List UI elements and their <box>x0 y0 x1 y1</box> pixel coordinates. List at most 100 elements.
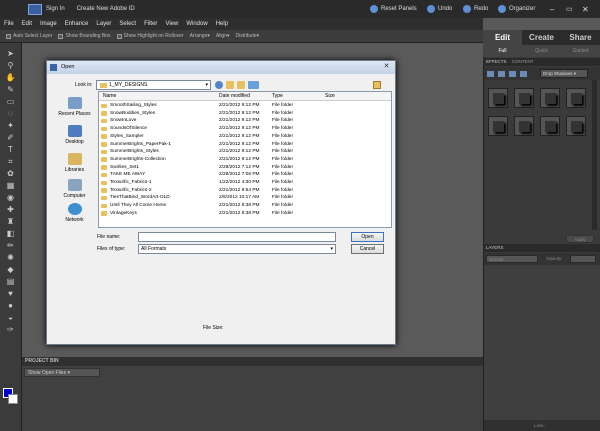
up-folder-icon[interactable] <box>226 81 234 89</box>
file-row[interactable]: SmoothSailing_Styles 2/21/2012 9:12 PM Fil… <box>99 102 391 110</box>
folder-refresh-icon[interactable] <box>373 81 381 89</box>
organizer-button[interactable]: Organizer <box>498 0 535 18</box>
effect-thumbnail[interactable] <box>566 116 586 136</box>
menu-file[interactable]: File <box>4 21 14 27</box>
menu-image[interactable]: Image <box>40 21 57 27</box>
effect-thumbnail[interactable] <box>488 116 508 136</box>
magic-wand-tool-icon[interactable]: ✦ <box>5 121 16 130</box>
paint-bucket-tool-icon[interactable]: ◆ <box>5 265 16 274</box>
file-type-dropdown[interactable]: All Formats ▾ <box>138 244 336 254</box>
file-row[interactable]: Texturific_Fabrics-1 1/22/2012 4:30 PM Fil… <box>99 179 391 187</box>
lasso-tool-icon[interactable]: ◌ <box>5 109 16 118</box>
tab-effects[interactable]: EFFECTS <box>486 59 507 64</box>
file-name-input[interactable] <box>138 232 336 242</box>
opacity-field[interactable] <box>570 255 596 263</box>
show-all-icon[interactable] <box>520 70 527 77</box>
effect-thumbnail[interactable] <box>488 88 508 108</box>
blend-mode-dropdown[interactable]: Normal <box>486 255 538 263</box>
effect-thumbnail[interactable] <box>566 88 586 108</box>
maximize-button[interactable]: ▭ <box>566 0 573 18</box>
column-name[interactable]: Name <box>103 92 116 101</box>
file-row[interactable]: SummerBrights_Styles 2/21/2012 9:12 PM Fil… <box>99 148 391 156</box>
place-computer[interactable]: Computer <box>52 179 97 199</box>
file-row[interactable]: SummerBrights-Collection 2/21/2012 9:12 P… <box>99 156 391 164</box>
create-id-link[interactable]: Create New Adobe ID <box>77 6 135 12</box>
filters-icon[interactable] <box>487 70 494 77</box>
align-dropdown[interactable]: Align ▾ <box>216 33 230 39</box>
show-bounding-box-checkbox[interactable]: Show Bounding Box <box>58 33 111 39</box>
menu-edit[interactable]: Edit <box>22 21 32 27</box>
eraser-tool-icon[interactable]: ◧ <box>5 229 16 238</box>
eyedropper-tool-icon[interactable]: ✎ <box>5 85 16 94</box>
cookie-cutter-tool-icon[interactable]: ✿ <box>5 169 16 178</box>
close-icon[interactable]: ✕ <box>382 63 391 71</box>
app-logo-icon[interactable] <box>28 3 42 15</box>
quick-selection-tool-icon[interactable]: ✐ <box>5 133 16 142</box>
marquee-tool-icon[interactable]: ▭ <box>5 97 16 106</box>
sponge-tool-icon[interactable]: ◒ <box>5 313 16 322</box>
look-in-dropdown[interactable]: 1_MY_DESIGNS ▾ <box>96 80 211 90</box>
tab-quick[interactable]: Quick <box>522 45 561 57</box>
file-row[interactable]: SnowBuddies_Styles 2/21/2012 9:12 PM File … <box>99 110 391 118</box>
menu-enhance[interactable]: Enhance <box>65 21 89 27</box>
tab-full[interactable]: Full <box>483 45 522 57</box>
place-desktop[interactable]: Desktop <box>52 125 97 145</box>
photo-effects-icon[interactable] <box>509 70 516 77</box>
auto-select-layer-checkbox[interactable]: Auto Select Layer <box>6 33 52 39</box>
file-row[interactable]: VintageKeys 2/21/2012 8:38 PM File folder <box>99 210 391 218</box>
effect-thumbnail[interactable] <box>540 88 560 108</box>
arrange-dropdown[interactable]: Arrange ▾ <box>190 33 210 39</box>
file-row[interactable]: Styles_Sampler 2/21/2012 9:12 PM File fold… <box>99 133 391 141</box>
healing-brush-tool-icon[interactable]: ✚ <box>5 205 16 214</box>
new-folder-icon[interactable] <box>237 81 245 89</box>
file-row[interactable]: SoundsOfSilence 2/21/2012 9:12 PM File fol… <box>99 125 391 133</box>
menu-filter[interactable]: Filter <box>144 21 157 27</box>
place-network[interactable]: Network <box>52 203 97 223</box>
effect-thumbnail[interactable] <box>514 88 534 108</box>
red-eye-tool-icon[interactable]: ◉ <box>5 193 16 202</box>
view-menu-icon[interactable] <box>248 81 259 89</box>
file-row[interactable]: TiesThatBind_WordArt-OLD 2/6/2012 10:17 A… <box>99 194 391 202</box>
type-tool-icon[interactable]: T <box>5 145 16 154</box>
background-color-swatch[interactable] <box>8 394 18 404</box>
file-row[interactable]: SummerBrights_PaperPak-1 2/21/2012 9:12 P… <box>99 141 391 149</box>
redo-button[interactable]: Redo <box>463 0 488 18</box>
undo-button[interactable]: Undo <box>427 0 452 18</box>
effects-scrollbar[interactable] <box>592 80 597 230</box>
column-type[interactable]: Type <box>272 92 283 101</box>
apply-effect-button[interactable]: Apply <box>566 235 594 243</box>
menu-window[interactable]: Window <box>186 21 207 27</box>
project-bin-show-dropdown[interactable]: Show Open Files ▾ <box>24 368 100 377</box>
tab-content[interactable]: CONTENT <box>512 59 534 64</box>
file-row[interactable]: Texturific_Fabrics-2 2/21/2012 9:54 PM Fil… <box>99 187 391 195</box>
zoom-tool-icon[interactable]: ⚲ <box>5 61 16 70</box>
shape-tool-icon[interactable]: ♥ <box>5 289 16 298</box>
cancel-button[interactable]: Cancel <box>351 244 384 254</box>
open-button[interactable]: Open <box>351 232 384 242</box>
menu-select[interactable]: Select <box>119 21 136 27</box>
menu-help[interactable]: Help <box>216 21 228 27</box>
smart-brush-tool-icon[interactable]: ✺ <box>5 253 16 262</box>
file-row[interactable]: SnowInLove 2/21/2012 9:12 PM File folder <box>99 117 391 125</box>
file-row[interactable]: Until They All Come Home 2/21/2012 8:38 P… <box>99 202 391 210</box>
distribute-dropdown[interactable]: Distribute ▾ <box>236 33 260 39</box>
sign-in-link[interactable]: Sign In <box>46 6 65 12</box>
tab-create[interactable]: Create <box>522 30 561 45</box>
brush-tool-icon[interactable]: ✏ <box>5 241 16 250</box>
effects-category-dropdown[interactable]: Drop Shadows ▾ <box>540 69 588 78</box>
reset-panels-button[interactable]: Reset Panels <box>370 0 417 18</box>
layer-styles-icon[interactable] <box>498 70 505 77</box>
tab-guided[interactable]: Guided <box>561 45 600 57</box>
menu-view[interactable]: View <box>165 21 178 27</box>
place-libraries[interactable]: Libraries <box>52 153 97 173</box>
effect-thumbnail[interactable] <box>540 116 560 136</box>
tab-edit[interactable]: Edit <box>483 30 522 45</box>
pencil-tool-icon[interactable]: ✑ <box>5 325 16 334</box>
menu-layer[interactable]: Layer <box>96 21 111 27</box>
file-row[interactable]: Swirlies_Set1 2/29/2012 7:12 PM File folde… <box>99 164 391 172</box>
tab-share[interactable]: Share <box>561 30 600 45</box>
straighten-tool-icon[interactable]: ▦ <box>5 181 16 190</box>
place-recent-places[interactable]: Recent Places <box>52 97 97 117</box>
crop-tool-icon[interactable]: ⌗ <box>5 157 16 166</box>
clone-stamp-tool-icon[interactable]: ♜ <box>5 217 16 226</box>
